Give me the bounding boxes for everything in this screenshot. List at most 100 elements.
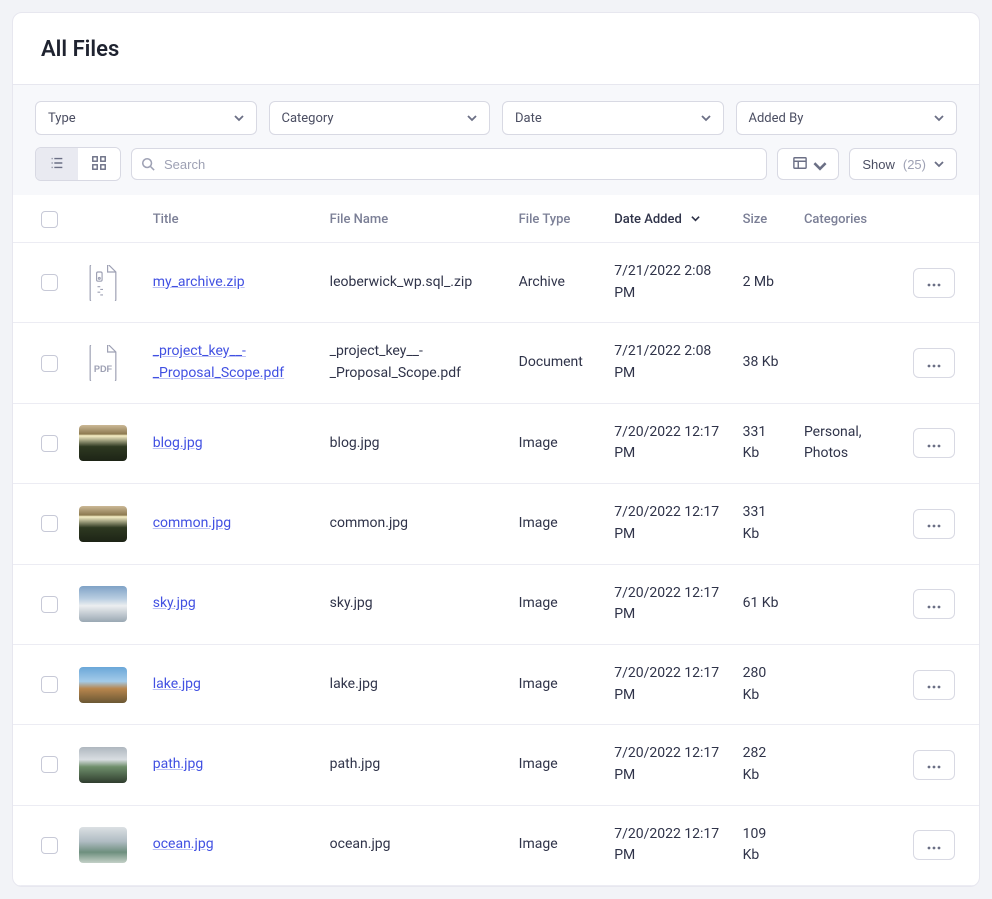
file-size: 2 Mb (743, 274, 774, 290)
table-row: ocean.jpgocean.jpgImage7/20/2022 12:17 P… (13, 805, 979, 885)
view-list-button[interactable] (36, 148, 78, 180)
filter-category[interactable]: Category (269, 101, 491, 135)
filter-type[interactable]: Type (35, 101, 257, 135)
date-added: 7/21/2022 2:08 PM (614, 343, 711, 381)
filter-row: Type Category Date Added By (35, 101, 957, 135)
file-name: leoberwick_wp.sql_.zip (330, 274, 473, 290)
layout-settings-button[interactable] (777, 148, 839, 180)
grid-icon (91, 155, 107, 174)
row-actions-button[interactable] (913, 348, 955, 378)
search-input[interactable] (131, 148, 767, 180)
ellipsis-icon (927, 516, 941, 531)
filter-type-label: Type (48, 111, 76, 126)
row-actions-button[interactable] (913, 670, 955, 700)
row-checkbox[interactable] (41, 837, 58, 854)
table-row: lake.jpglake.jpgImage7/20/2022 12:17 PM2… (13, 644, 979, 724)
toolbar: Type Category Date Added By (13, 85, 979, 195)
file-title-link[interactable]: _project_key__-_Proposal_Scope.pdf (153, 343, 284, 381)
row-checkbox[interactable] (41, 676, 58, 693)
row-actions-button[interactable] (913, 589, 955, 619)
file-title-link[interactable]: sky.jpg (153, 595, 196, 611)
search-wrap (131, 148, 767, 180)
file-title-link[interactable]: blog.jpg (153, 435, 203, 451)
list-icon (49, 155, 65, 174)
file-size: 61 Kb (743, 595, 779, 611)
row-checkbox[interactable] (41, 596, 58, 613)
col-header-size[interactable]: Size (733, 195, 794, 243)
file-type: Image (519, 676, 558, 692)
filter-added-by[interactable]: Added By (736, 101, 958, 135)
row-checkbox[interactable] (41, 515, 58, 532)
chevron-down-icon (934, 159, 944, 169)
file-title-link[interactable]: lake.jpg (153, 676, 201, 692)
ellipsis-icon (927, 436, 941, 451)
image-thumbnail (79, 667, 127, 703)
row-checkbox[interactable] (41, 435, 58, 452)
date-added: 7/20/2022 12:17 PM (614, 504, 719, 542)
row-actions-button[interactable] (913, 428, 955, 458)
filter-added-by-label: Added By (749, 111, 804, 126)
row-checkbox[interactable] (41, 756, 58, 773)
file-type: Image (519, 595, 558, 611)
search-icon (141, 157, 155, 171)
file-type: Image (519, 435, 558, 451)
image-thumbnail (79, 827, 127, 863)
row-checkbox[interactable] (41, 355, 58, 372)
ellipsis-icon (927, 356, 941, 371)
chevron-down-icon (813, 159, 823, 169)
view-mode-group (35, 147, 121, 181)
col-header-date-added[interactable]: Date Added (604, 195, 732, 243)
chevron-down-icon (234, 113, 244, 123)
date-added: 7/20/2022 12:17 PM (614, 826, 719, 864)
file-title-link[interactable]: path.jpg (153, 756, 204, 772)
row-actions-button[interactable] (913, 268, 955, 298)
row-actions-button[interactable] (913, 509, 955, 539)
row-checkbox[interactable] (41, 274, 58, 291)
date-added: 7/21/2022 2:08 PM (614, 263, 711, 301)
sort-desc-icon (691, 214, 700, 223)
file-categories: Personal, Photos (804, 424, 862, 462)
col-header-title[interactable]: Title (143, 195, 320, 243)
col-header-categories[interactable]: Categories (794, 195, 903, 243)
table-row: sky.jpgsky.jpgImage7/20/2022 12:17 PM61 … (13, 564, 979, 644)
show-count-button[interactable]: Show (25) (849, 148, 957, 180)
table-row: common.jpgcommon.jpgImage7/20/2022 12:17… (13, 484, 979, 564)
ellipsis-icon (927, 597, 941, 612)
chevron-down-icon (701, 113, 711, 123)
show-label: Show (862, 157, 895, 172)
file-size: 282 Kb (743, 745, 767, 783)
ellipsis-icon (927, 275, 941, 290)
chevron-down-icon (934, 113, 944, 123)
image-thumbnail (79, 425, 127, 461)
date-added: 7/20/2022 12:17 PM (614, 424, 719, 462)
select-all-checkbox[interactable] (41, 211, 58, 228)
col-header-filetype[interactable]: File Type (509, 195, 605, 243)
layout-icon (793, 156, 807, 173)
view-grid-button[interactable] (78, 148, 120, 180)
file-title-link[interactable]: my_archive.zip (153, 274, 245, 290)
row-actions-button[interactable] (913, 750, 955, 780)
file-size: 280 Kb (743, 665, 767, 703)
file-title-link[interactable]: common.jpg (153, 515, 231, 531)
page-title: All Files (41, 37, 951, 62)
panel-header: All Files (13, 13, 979, 85)
file-type: Archive (519, 274, 565, 290)
show-count: (25) (903, 157, 926, 172)
file-name: _project_key__-_Proposal_Scope.pdf (330, 343, 461, 381)
file-title-link[interactable]: ocean.jpg (153, 836, 214, 852)
row-actions-button[interactable] (913, 830, 955, 860)
file-size: 109 Kb (743, 826, 767, 864)
ellipsis-icon (927, 757, 941, 772)
col-header-filename[interactable]: File Name (320, 195, 509, 243)
image-thumbnail (79, 747, 127, 783)
file-zip-icon (79, 265, 127, 301)
filter-date[interactable]: Date (502, 101, 724, 135)
date-added: 7/20/2022 12:17 PM (614, 745, 719, 783)
file-name: common.jpg (330, 515, 408, 531)
table-row: PDF_project_key__-_Proposal_Scope.pdf_pr… (13, 323, 979, 403)
file-size: 331 Kb (743, 424, 767, 462)
file-size: 38 Kb (743, 354, 779, 370)
chevron-down-icon (467, 113, 477, 123)
table-row: blog.jpgblog.jpgImage7/20/2022 12:17 PM3… (13, 403, 979, 483)
file-type: Image (519, 836, 558, 852)
